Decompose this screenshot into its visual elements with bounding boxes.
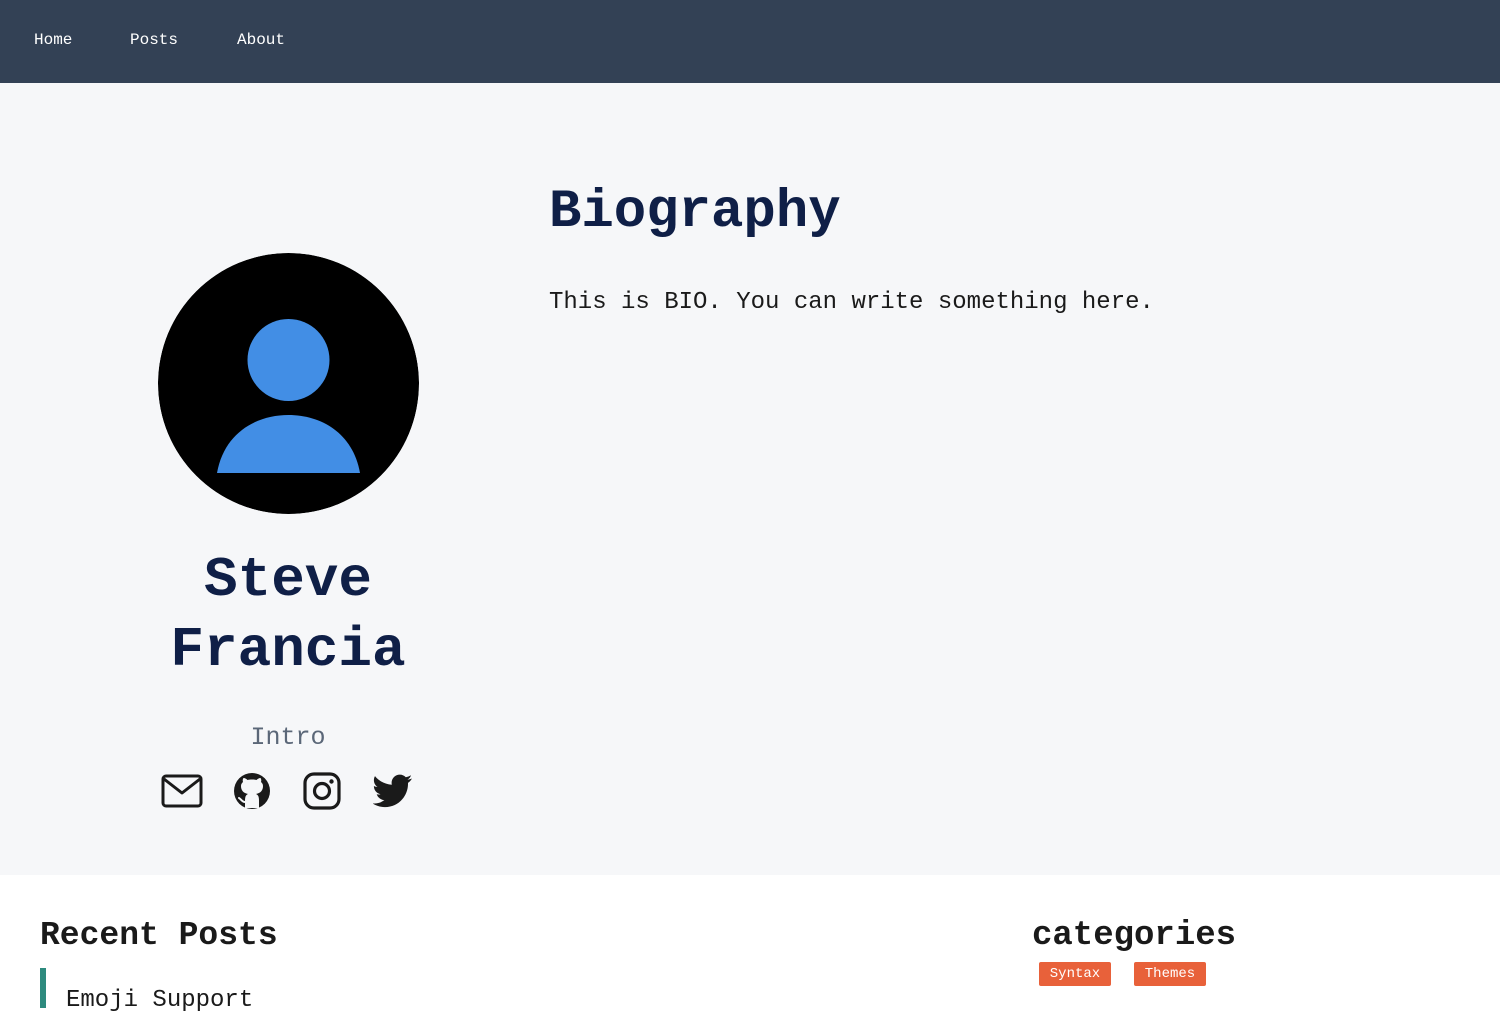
top-nav: Home Posts About [0,0,1500,83]
categories-title: categories [1032,917,1237,955]
recent-post-accent-bar [40,968,46,1008]
tag-syntax[interactable]: Syntax [1039,962,1111,986]
tag-themes[interactable]: Themes [1134,962,1206,986]
avatar [158,253,419,514]
nav-about[interactable]: About [237,30,285,50]
nav-posts[interactable]: Posts [130,30,178,50]
profile-intro: Intro [250,723,326,752]
email-icon[interactable] [160,769,204,813]
bio-title: Biography [549,182,841,243]
github-icon[interactable] [230,769,274,813]
instagram-icon[interactable] [300,769,344,813]
bio-text: This is BIO. You can write something her… [549,289,1154,316]
avatar-placeholder-icon [158,253,419,514]
hero-section: Steve Francia Intro Biography This is BI… [0,83,1500,875]
twitter-icon[interactable] [371,769,415,813]
recent-post-link[interactable]: Emoji Support [66,986,253,1016]
recent-posts-title: Recent Posts [40,917,278,954]
profile-name: Steve Francia [170,548,406,682]
nav-home[interactable]: Home [34,30,72,50]
